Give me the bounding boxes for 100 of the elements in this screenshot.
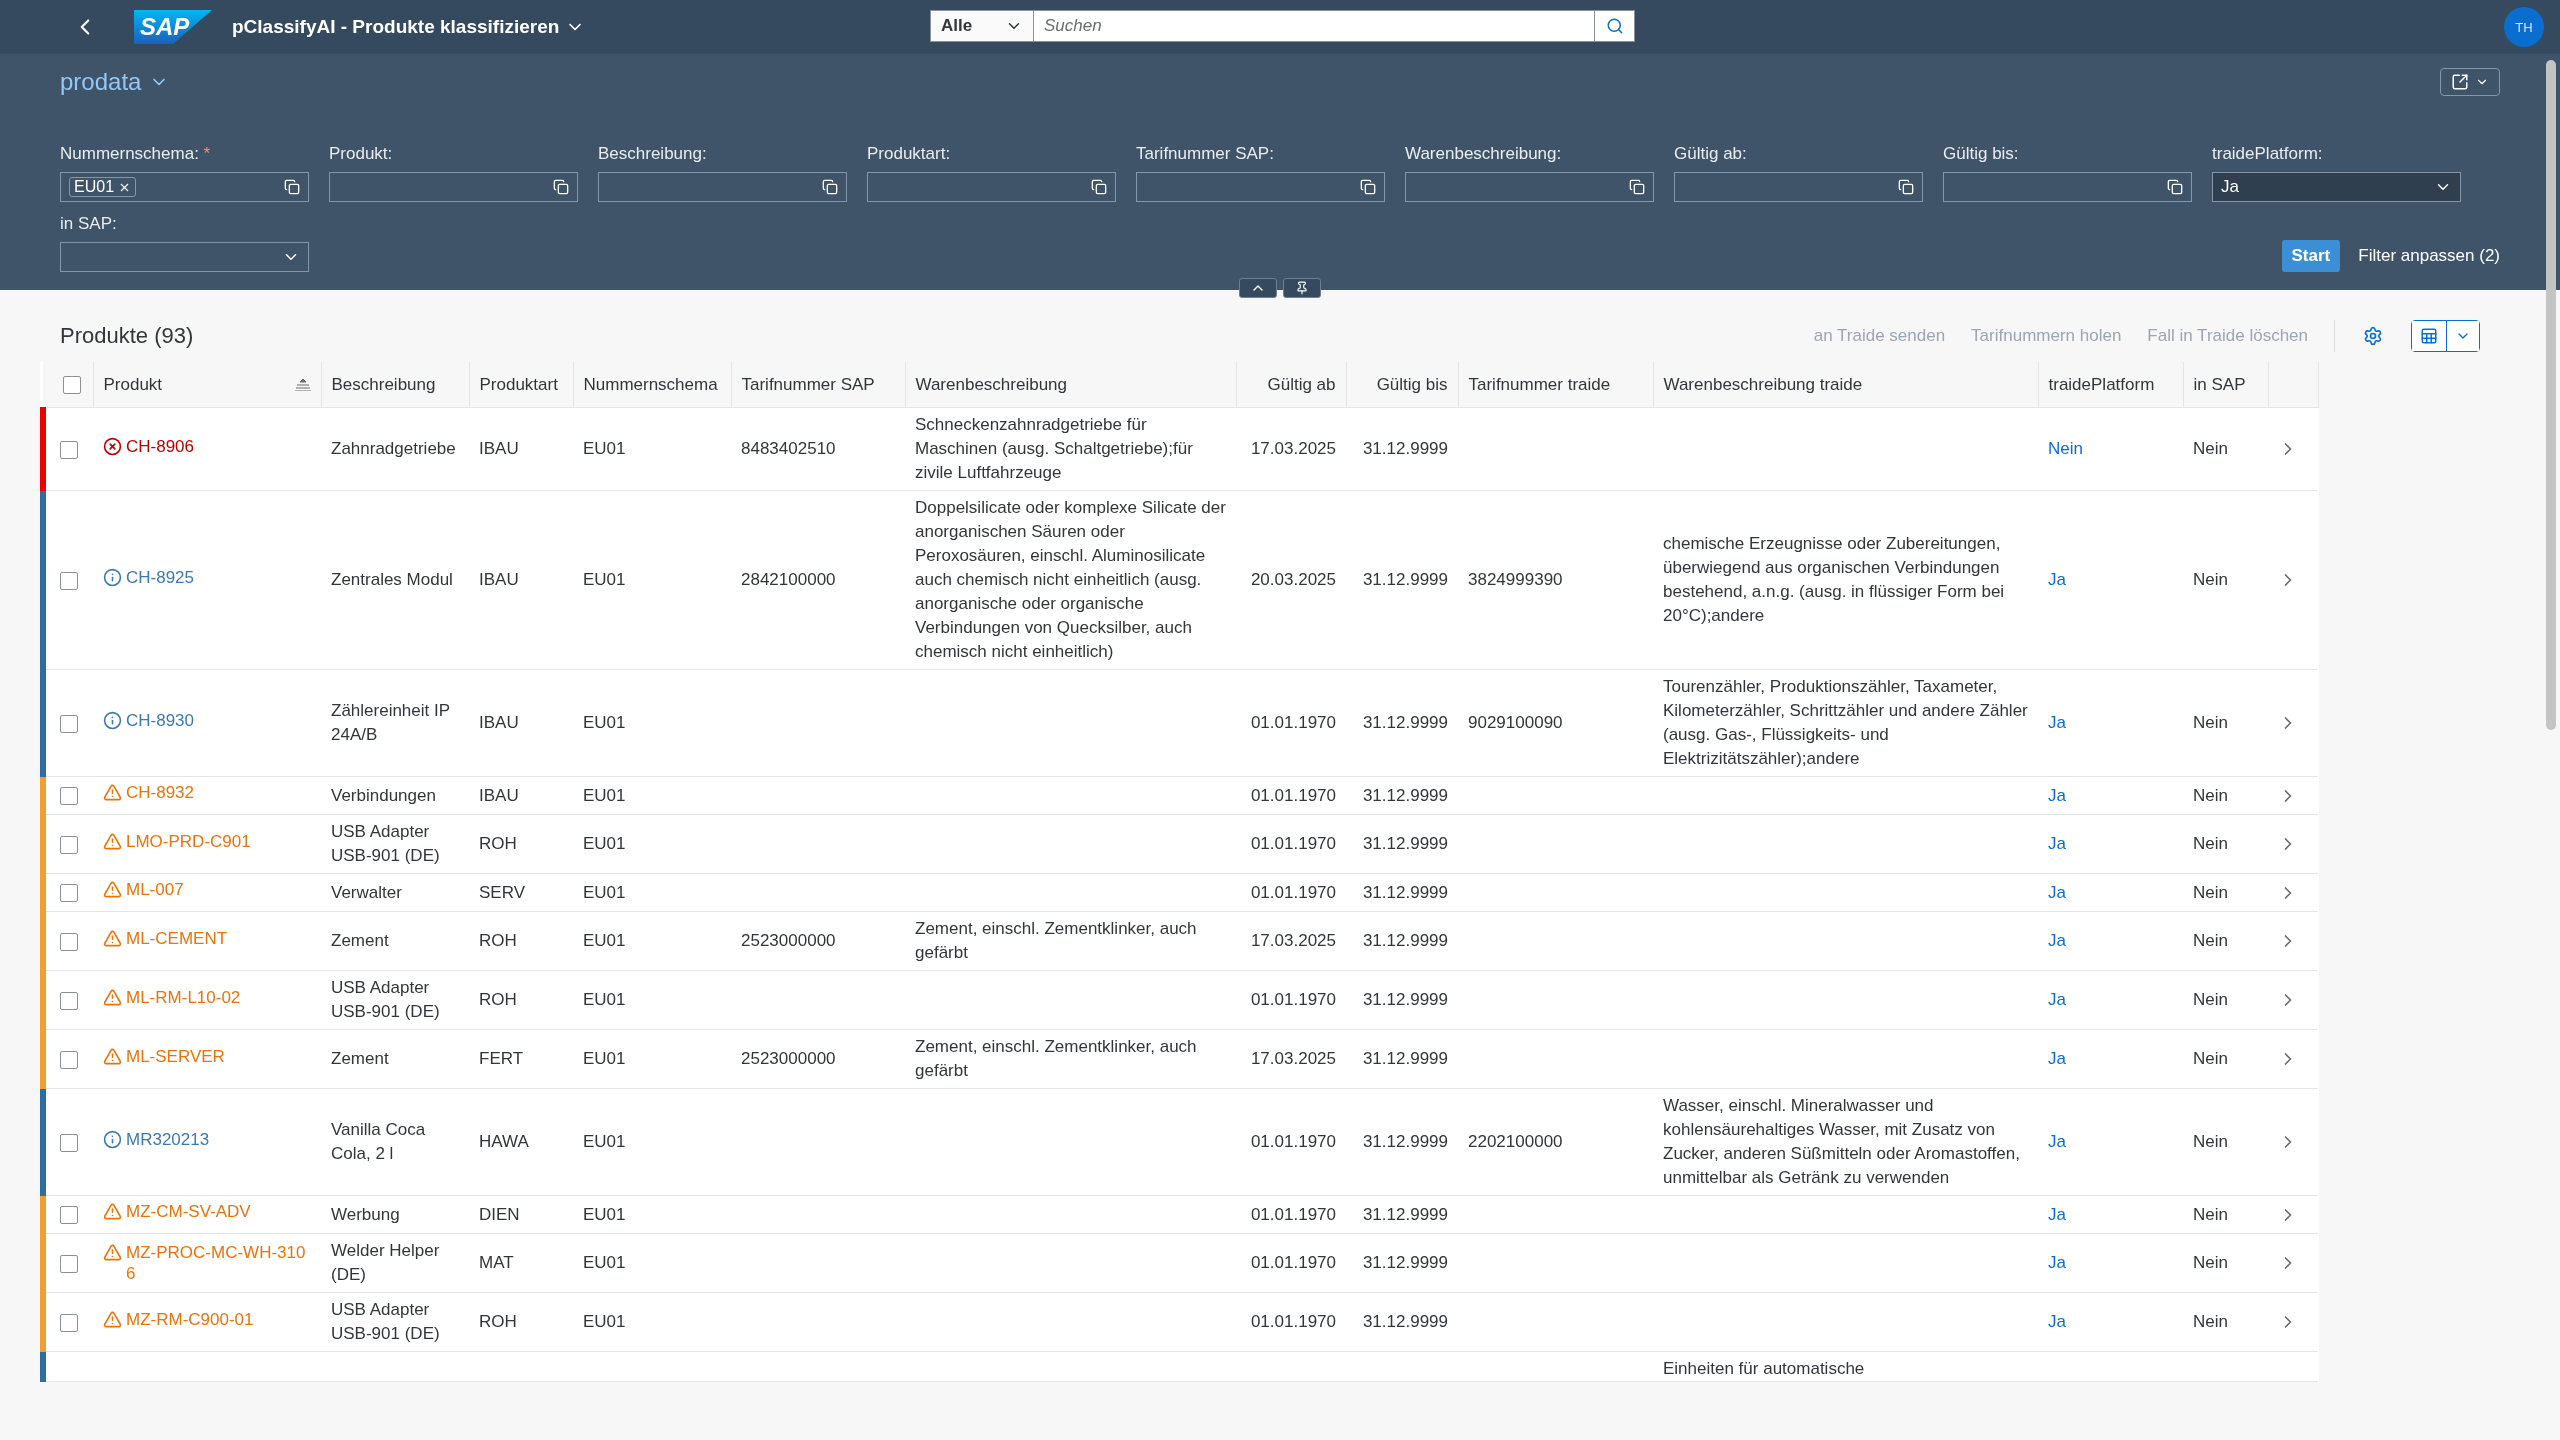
filter-label: Nummernschema: *	[60, 144, 212, 164]
info-icon	[103, 567, 122, 587]
column-header[interactable]: Produktart	[469, 362, 573, 408]
tariff-cell: 2523000000	[731, 911, 905, 971]
column-header[interactable]: Gültig ab	[1236, 362, 1346, 408]
row-checkbox[interactable]	[60, 1050, 78, 1069]
column-header[interactable]: Tarifnummer SAP	[731, 362, 905, 408]
start-button[interactable]: Start	[2281, 240, 2341, 272]
platform-link[interactable]: Ja	[2048, 990, 2066, 1009]
search-field[interactable]: Suchen	[1034, 10, 1595, 42]
variant-selector[interactable]: prodata	[60, 68, 170, 96]
product-link[interactable]: CH-8932	[103, 782, 195, 803]
platform-link[interactable]: Ja	[2048, 1312, 2066, 1331]
product-link[interactable]: LMO-PRD-C901	[103, 830, 251, 852]
product-link[interactable]: ML-SERVER	[103, 1045, 225, 1067]
value-help-icon[interactable]	[1629, 179, 1645, 195]
value-help-icon[interactable]	[2167, 179, 2183, 195]
settings-icon	[2363, 326, 2383, 346]
in-sap-cell: Nein	[2183, 873, 2268, 912]
platform-link[interactable]: Ja	[2048, 931, 2066, 950]
scrollbar[interactable]	[2546, 60, 2556, 730]
row-checkbox[interactable]	[60, 1206, 78, 1224]
description-cell: Zahnradgetriebe	[321, 407, 469, 491]
value-help-icon[interactable]	[822, 179, 838, 195]
column-header[interactable]: Gültig bis	[1346, 362, 1458, 408]
filter-input[interactable]	[1136, 172, 1385, 202]
value-help-icon[interactable]	[1360, 179, 1376, 195]
column-header[interactable]: Warenbeschreibung traide	[1653, 362, 2038, 408]
filter-input[interactable]	[329, 172, 578, 202]
filter-select[interactable]: Ja	[2212, 172, 2461, 202]
filter-input[interactable]	[598, 172, 847, 202]
row-checkbox[interactable]	[60, 787, 78, 805]
export-split-button[interactable]	[2411, 320, 2480, 352]
platform-link[interactable]: Ja	[2048, 713, 2066, 732]
filter-select[interactable]	[60, 242, 309, 272]
date-cell: 01.01.1970	[1236, 776, 1346, 815]
value-help-icon[interactable]	[553, 179, 569, 195]
filter-input[interactable]	[1405, 172, 1654, 202]
row-checkbox[interactable]	[60, 571, 78, 590]
select-all-checkbox[interactable]	[63, 376, 81, 394]
search-scope-select[interactable]: Alle	[930, 10, 1034, 42]
product-link[interactable]: MZ-RM-C900-01	[103, 1308, 254, 1330]
in-sap-cell: Nein	[2183, 776, 2268, 815]
filter-input[interactable]	[1674, 172, 1923, 202]
filter-input[interactable]	[1943, 172, 2192, 202]
goods-description-cell: Wasser, einschl. Mineralwasser und kohlensäurehaltiges Wasser, mit Zusatz von Zucker, anderen Süßmitteln oder Aromastoffen, unmittelbar als Getränk zu verwenden	[1653, 1088, 2038, 1196]
pin-header-button[interactable]	[1283, 278, 1321, 298]
column-header[interactable]: traidePlatform	[2038, 362, 2183, 408]
product-link[interactable]: CH-8930	[103, 709, 195, 731]
product-link[interactable]: MZ-CM-SV-ADV	[103, 1201, 251, 1222]
date-cell: 31.12.9999	[1346, 1233, 1458, 1293]
product-link[interactable]: CH-8906	[103, 435, 195, 457]
column-header[interactable]: Warenbeschreibung	[905, 362, 1236, 408]
platform-link[interactable]: Ja	[2048, 834, 2066, 853]
type-cell: MAT	[469, 1233, 573, 1293]
row-checkbox[interactable]	[60, 714, 78, 733]
value-help-icon[interactable]	[284, 179, 300, 195]
user-avatar[interactable]: TH	[2504, 7, 2544, 47]
row-checkbox[interactable]	[60, 932, 78, 951]
platform-link[interactable]: Nein	[2048, 439, 2083, 458]
platform-link[interactable]: Ja	[2048, 882, 2066, 902]
value-help-icon[interactable]	[1898, 179, 1914, 195]
column-header[interactable]: Tarifnummer traide	[1458, 362, 1653, 408]
product-link[interactable]: ML-CEMENT	[103, 927, 228, 949]
app-title-menu[interactable]: pClassifyAI - Produkte klassifizieren	[232, 16, 586, 38]
filter-token[interactable]: EU01	[69, 177, 137, 197]
goods-description-cell: Einheiten für automatische	[1653, 1351, 2038, 1382]
platform-link[interactable]: Ja	[2048, 785, 2066, 805]
collapse-header-button[interactable]	[1239, 278, 1277, 298]
row-checkbox[interactable]	[60, 835, 78, 854]
row-checkbox[interactable]	[60, 884, 78, 902]
column-header[interactable]: Produkt	[93, 362, 321, 408]
column-header[interactable]: in SAP	[2183, 362, 2268, 408]
product-link[interactable]: CH-8925	[103, 566, 195, 588]
platform-link[interactable]: Ja	[2048, 1253, 2066, 1272]
row-checkbox[interactable]	[60, 991, 78, 1010]
platform-link[interactable]: Ja	[2048, 1132, 2066, 1151]
product-link[interactable]: ML-RM-L10-02	[103, 986, 241, 1008]
value-help-icon[interactable]	[1091, 179, 1107, 195]
platform-link[interactable]: Ja	[2048, 1204, 2066, 1224]
filter-label: Produktart:	[867, 144, 952, 164]
product-link[interactable]: MR320213	[103, 1128, 210, 1150]
product-link[interactable]: ML-007	[103, 879, 184, 900]
platform-link[interactable]: Ja	[2048, 570, 2066, 589]
row-checkbox[interactable]	[60, 1313, 78, 1332]
schema-cell: EU01	[573, 814, 731, 874]
row-checkbox[interactable]	[60, 1254, 78, 1273]
adapt-filters-button[interactable]: Filter anpassen (2)	[2358, 240, 2500, 272]
row-checkbox[interactable]	[60, 1133, 78, 1152]
column-header[interactable]: Nummernschema	[573, 362, 731, 408]
product-link[interactable]: MZ-PROC-MC-WH-3106	[103, 1242, 311, 1284]
platform-link[interactable]: Ja	[2048, 1049, 2066, 1068]
filter-input[interactable]: EU01	[60, 172, 309, 202]
description-cell: Zentrales Modul	[321, 490, 469, 670]
column-header[interactable]: Beschreibung	[321, 362, 469, 408]
in-sap-cell: Nein	[2183, 1029, 2268, 1089]
filter-input[interactable]	[867, 172, 1116, 202]
search-button[interactable]	[1595, 10, 1635, 42]
share-button[interactable]	[2440, 68, 2500, 96]
row-checkbox[interactable]	[60, 440, 78, 459]
